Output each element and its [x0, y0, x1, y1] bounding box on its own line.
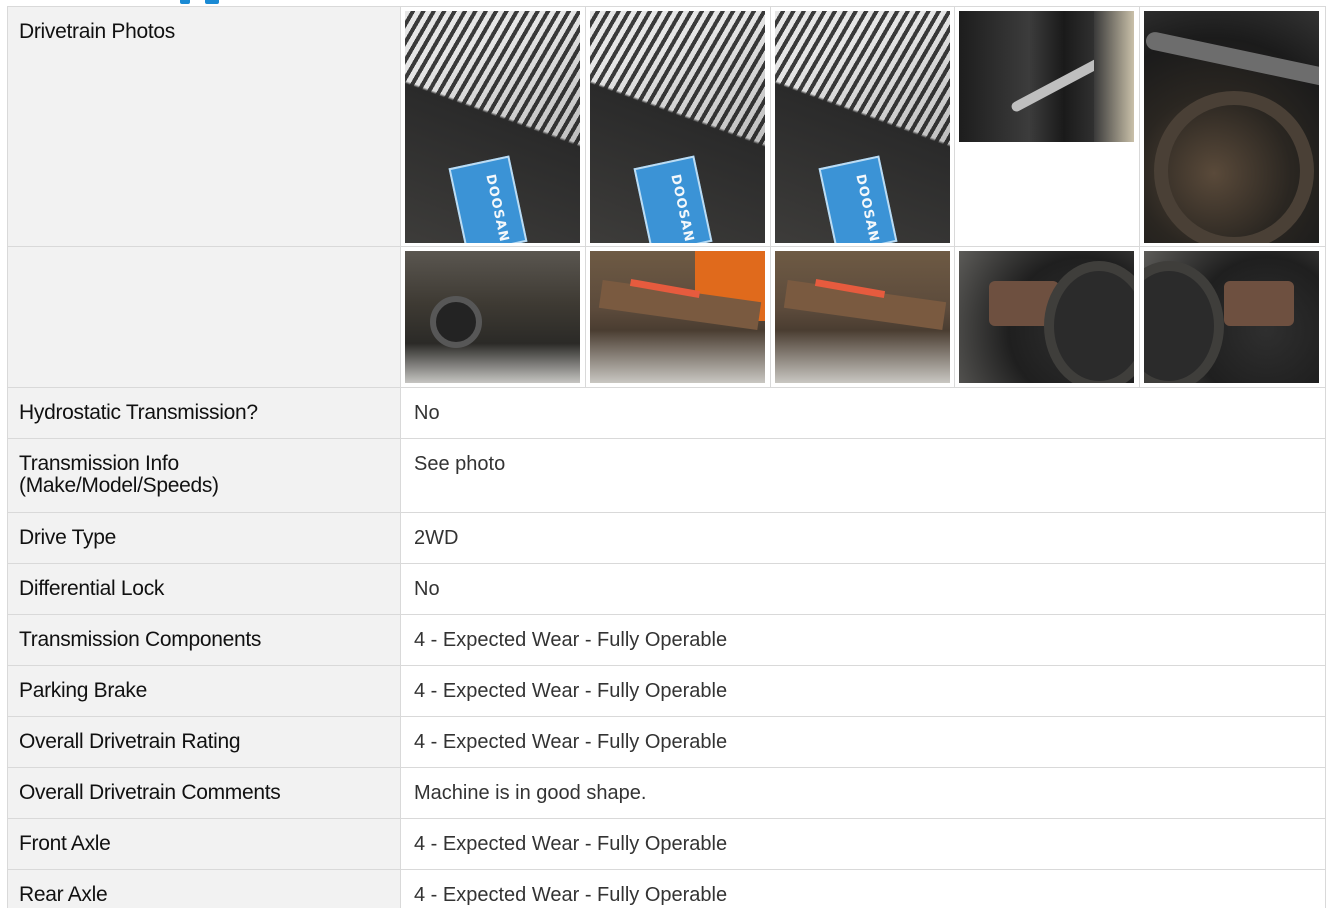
photo-thumbnail[interactable]: DOOSAN — [770, 7, 956, 246]
field-value: Machine is in good shape. — [400, 767, 1326, 819]
hydraulic-lines-photo[interactable] — [959, 11, 1135, 142]
photo-thumbnail[interactable]: DOOSAN — [585, 7, 771, 246]
table-row: Transmission Components 4 - Expected Wea… — [7, 614, 1326, 666]
field-label: Hydrostatic Transmission? — [7, 387, 401, 439]
table-row: Drivetrain Photos DOOSAN DOOSAN DOOSAN — [7, 6, 1326, 247]
drivetrain-photos-label: Drivetrain Photos — [7, 6, 401, 247]
field-value: No — [400, 387, 1326, 439]
field-label: Transmission Info (Make/Model/Speeds) — [7, 438, 401, 513]
field-value: 4 - Expected Wear - Fully Operable — [400, 869, 1326, 908]
photo-thumbnail[interactable] — [401, 247, 586, 387]
table-row: Front Axle 4 - Expected Wear - Fully Ope… — [7, 818, 1326, 870]
transmission-plate-photo[interactable]: DOOSAN — [774, 11, 950, 243]
field-label: Overall Drivetrain Comments — [7, 767, 401, 819]
photo-thumbnail[interactable] — [770, 247, 956, 387]
field-label-line-1: Transmission Info — [19, 452, 179, 475]
field-value: 2WD — [400, 512, 1326, 564]
field-label: Front Axle — [7, 818, 401, 870]
photo-thumbnail[interactable] — [955, 7, 1141, 246]
empty-label-cell — [7, 246, 401, 388]
wheel-hub-photo[interactable] — [1144, 11, 1320, 243]
table-row: Overall Drivetrain Rating 4 - Expected W… — [7, 716, 1326, 768]
field-label: Differential Lock — [7, 563, 401, 615]
table-row: Transmission Info (Make/Model/Speeds) Se… — [7, 438, 1326, 513]
steering-linkage-photo[interactable] — [589, 251, 765, 383]
drivetrain-table: Drivetrain Photos DOOSAN DOOSAN DOOSAN H… — [7, 6, 1326, 908]
table-row: Parking Brake 4 - Expected Wear - Fully … — [7, 665, 1326, 717]
field-value: 4 - Expected Wear - Fully Operable — [400, 614, 1326, 666]
transmission-plate-photo[interactable]: DOOSAN — [589, 11, 765, 243]
brake-sensor-photo[interactable] — [405, 251, 580, 383]
field-label: Transmission Components — [7, 614, 401, 666]
photo-gallery-row-1: DOOSAN DOOSAN DOOSAN — [400, 6, 1326, 247]
transmission-plate-photo[interactable]: DOOSAN — [405, 11, 580, 243]
photo-gallery-row-2 — [400, 246, 1326, 388]
field-value: 4 - Expected Wear - Fully Operable — [400, 818, 1326, 870]
field-value: No — [400, 563, 1326, 615]
field-label: Overall Drivetrain Rating — [7, 716, 401, 768]
table-row: Hydrostatic Transmission? No — [7, 387, 1326, 439]
field-value: 4 - Expected Wear - Fully Operable — [400, 716, 1326, 768]
table-row: Rear Axle 4 - Expected Wear - Fully Oper… — [7, 869, 1326, 908]
table-row: Differential Lock No — [7, 563, 1326, 615]
photo-thumbnail[interactable] — [585, 247, 771, 387]
table-row — [7, 246, 1326, 388]
table-row: Drive Type 2WD — [7, 512, 1326, 564]
front-axle-photo[interactable] — [959, 251, 1135, 383]
field-label-line-2: (Make/Model/Speeds) — [19, 474, 219, 498]
field-label: Rear Axle — [7, 869, 401, 908]
field-label: Parking Brake — [7, 665, 401, 717]
photo-thumbnail[interactable] — [1140, 247, 1325, 387]
field-label: Drive Type — [7, 512, 401, 564]
tire-knuckle-photo[interactable] — [1144, 251, 1320, 383]
field-value: See photo — [400, 438, 1326, 513]
photo-thumbnail[interactable] — [955, 247, 1141, 387]
table-row: Overall Drivetrain Comments Machine is i… — [7, 767, 1326, 819]
photo-thumbnail[interactable] — [1140, 7, 1325, 246]
tie-rod-photo[interactable] — [774, 251, 950, 383]
photo-thumbnail[interactable]: DOOSAN — [401, 7, 586, 246]
field-value: 4 - Expected Wear - Fully Operable — [400, 665, 1326, 717]
